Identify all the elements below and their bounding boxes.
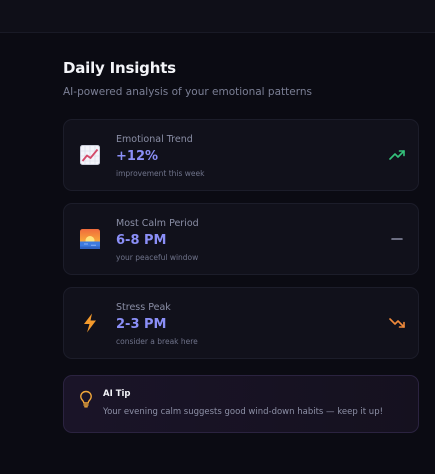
tip-title: AI Tip bbox=[103, 389, 131, 399]
insight-card-emotional-trend[interactable]: Emotional Trend +12% improvement this we… bbox=[63, 119, 419, 191]
trending-up-icon bbox=[389, 150, 405, 160]
insight-note: your peaceful window bbox=[116, 253, 199, 262]
ai-tip-card: AI Tip Your evening calm suggests good w… bbox=[63, 375, 419, 433]
insight-card-calm-period[interactable]: Most Calm Period 6-8 PM your peaceful wi… bbox=[63, 203, 419, 275]
insight-label: Stress Peak bbox=[116, 302, 171, 313]
lightbulb-icon bbox=[80, 390, 92, 408]
insight-value: 2-3 PM bbox=[116, 317, 167, 332]
insight-value: 6-8 PM bbox=[116, 233, 167, 248]
section-subtitle: AI-powered analysis of your emotional pa… bbox=[63, 86, 312, 98]
daily-insights-panel: Daily Insights AI-powered analysis of yo… bbox=[63, 58, 421, 433]
sunset-icon bbox=[80, 229, 100, 249]
chart-increasing-icon bbox=[80, 145, 100, 165]
lightning-icon bbox=[84, 313, 96, 333]
insight-card-stress-peak[interactable]: Stress Peak 2-3 PM consider a break here bbox=[63, 287, 419, 359]
section-title: Daily Insights bbox=[63, 59, 176, 77]
insight-value: +12% bbox=[116, 149, 159, 164]
tip-text: Your evening calm suggests good wind-dow… bbox=[103, 407, 383, 417]
minus-icon bbox=[391, 238, 403, 240]
trending-down-icon bbox=[389, 318, 405, 328]
insight-note: improvement this week bbox=[116, 169, 205, 178]
insight-note: consider a break here bbox=[116, 337, 198, 346]
top-bar bbox=[0, 0, 435, 33]
insight-label: Most Calm Period bbox=[116, 218, 199, 229]
insight-label: Emotional Trend bbox=[116, 134, 193, 145]
